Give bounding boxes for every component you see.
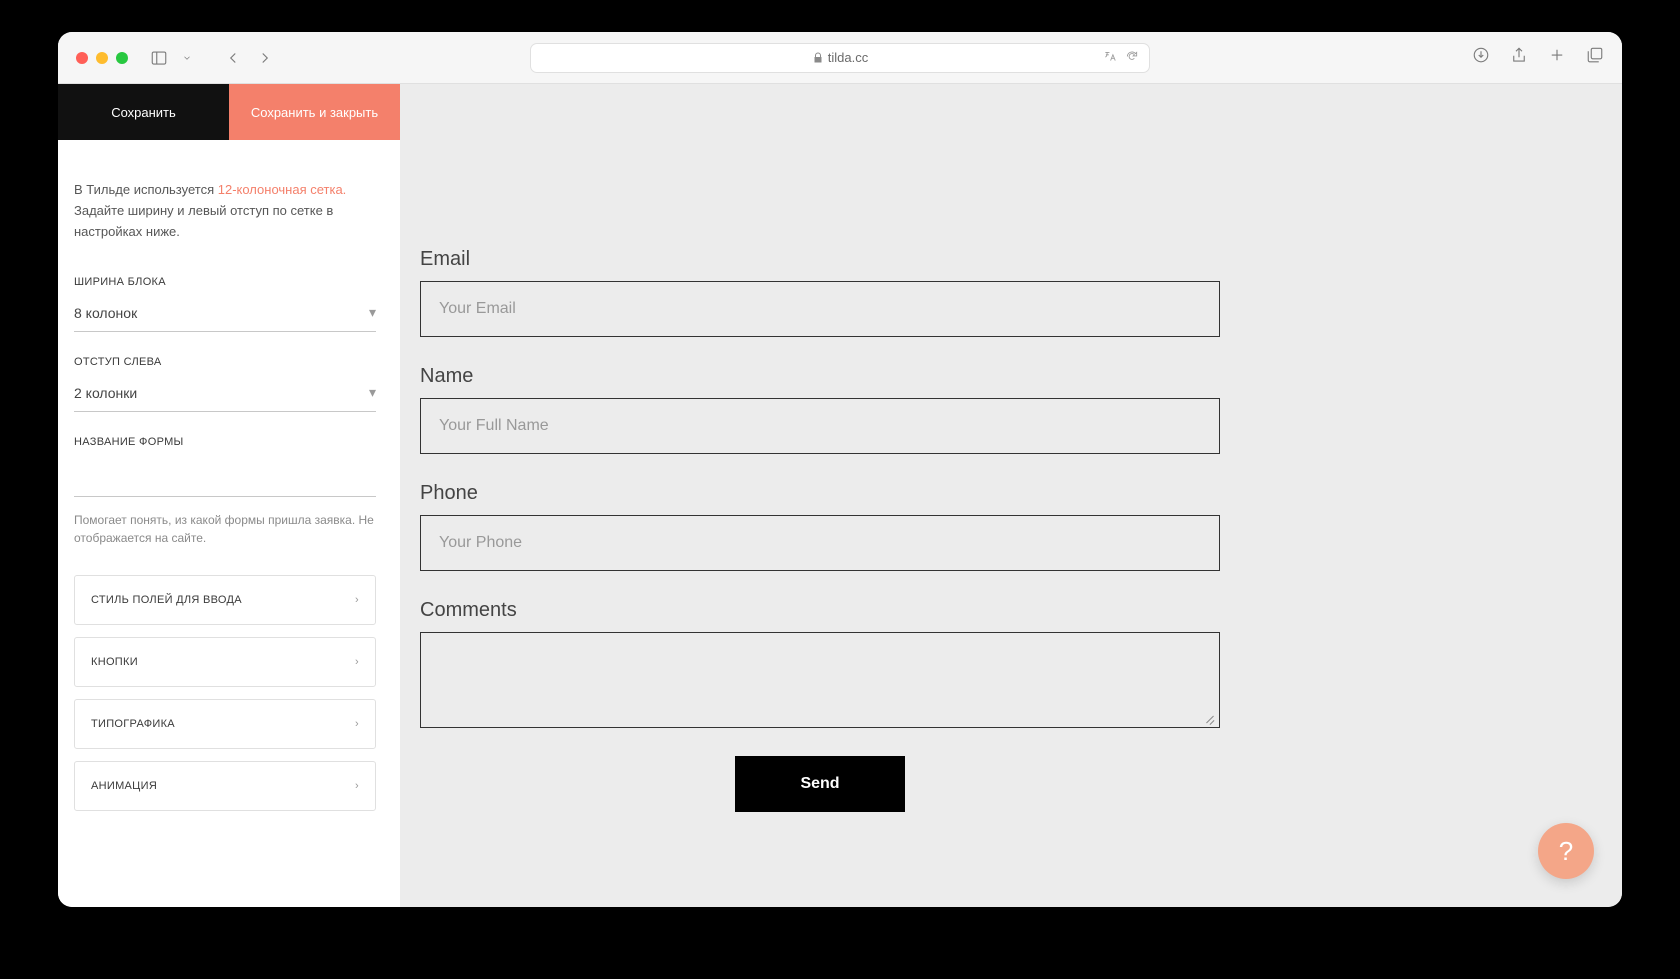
offset-left-select[interactable]: 2 колонки ▾	[74, 378, 376, 412]
chevron-right-icon: ›	[355, 780, 359, 792]
tabs-icon[interactable]	[1586, 46, 1604, 69]
help-fab[interactable]: ?	[1538, 823, 1594, 879]
field-phone-label: Phone	[420, 482, 1220, 505]
settings-sidebar: Сохранить Сохранить и закрыть В Тильде и…	[58, 84, 400, 907]
save-button[interactable]: Сохранить	[58, 84, 229, 140]
sidebar-panel: В Тильде используется 12-колоночная сетк…	[58, 140, 400, 831]
chevron-right-icon: ›	[355, 656, 359, 668]
form-name-section: НАЗВАНИЕ ФОРМЫ Помогает понять, из какой…	[74, 436, 376, 547]
field-phone-input[interactable]: Your Phone	[420, 515, 1220, 571]
address-bar-right	[1103, 49, 1139, 66]
caret-down-icon: ▾	[369, 304, 376, 321]
browser-window: tilda.cc Сохранить Сохранить и закрыть В…	[58, 32, 1622, 907]
field-name-input[interactable]: Your Full Name	[420, 398, 1220, 454]
offset-left-label: ОТСТУП СЛЕВА	[74, 356, 376, 368]
hint-text-suffix: Задайте ширину и левый отступ по сетке в…	[74, 203, 333, 239]
field-email: Email Your Email	[420, 248, 1220, 337]
accordion-animation[interactable]: АНИМАЦИЯ ›	[74, 761, 376, 811]
accordion-label: ТИПОГРАФИКА	[91, 718, 175, 730]
field-comments-textarea[interactable]	[420, 632, 1220, 728]
grid-link[interactable]: 12-колоночная сетка.	[218, 182, 347, 197]
accordion-label: АНИМАЦИЯ	[91, 780, 157, 792]
chevron-right-icon: ›	[355, 594, 359, 606]
window-controls	[76, 52, 128, 64]
block-width-select[interactable]: 8 колонок ▾	[74, 298, 376, 332]
accordion: СТИЛЬ ПОЛЕЙ ДЛЯ ВВОДА › КНОПКИ › ТИПОГРА…	[74, 575, 376, 811]
field-comments-label: Comments	[420, 599, 1220, 622]
field-phone: Phone Your Phone	[420, 482, 1220, 571]
sidebar-toggle-icon[interactable]	[150, 49, 168, 67]
reload-icon[interactable]	[1125, 49, 1139, 66]
form-name-label: НАЗВАНИЕ ФОРМЫ	[74, 436, 376, 448]
block-width-section: ШИРИНА БЛОКА 8 колонок ▾	[74, 276, 376, 332]
question-icon: ?	[1559, 836, 1573, 867]
hint-text-prefix: В Тильде используется	[74, 182, 218, 197]
block-width-label: ШИРИНА БЛОКА	[74, 276, 376, 288]
resize-handle-icon[interactable]	[1205, 713, 1215, 723]
placeholder-text: Your Full Name	[439, 417, 549, 435]
share-icon[interactable]	[1510, 46, 1528, 69]
submit-button[interactable]: Send	[735, 756, 905, 812]
placeholder-text: Your Phone	[439, 534, 522, 552]
form-preview: Email Your Email Name Your Full Name Pho…	[420, 248, 1220, 812]
sidebar-actions: Сохранить Сохранить и закрыть	[58, 84, 400, 140]
translate-icon[interactable]	[1103, 49, 1117, 66]
dropdown-chevron-icon[interactable]	[182, 49, 192, 67]
field-email-label: Email	[420, 248, 1220, 271]
field-email-input[interactable]: Your Email	[420, 281, 1220, 337]
close-window-button[interactable]	[76, 52, 88, 64]
accordion-input-style[interactable]: СТИЛЬ ПОЛЕЙ ДЛЯ ВВОДА ›	[74, 575, 376, 625]
accordion-label: СТИЛЬ ПОЛЕЙ ДЛЯ ВВОДА	[91, 594, 242, 606]
grid-hint: В Тильде используется 12-колоночная сетк…	[74, 180, 376, 252]
offset-left-value: 2 колонки	[74, 385, 137, 401]
save-close-button[interactable]: Сохранить и закрыть	[229, 84, 400, 140]
field-comments: Comments	[420, 599, 1220, 728]
accordion-label: КНОПКИ	[91, 656, 138, 668]
url-text: tilda.cc	[828, 50, 868, 65]
accordion-buttons[interactable]: КНОПКИ ›	[74, 637, 376, 687]
field-name-label: Name	[420, 365, 1220, 388]
submit-label: Send	[800, 775, 839, 793]
chevron-right-icon: ›	[355, 718, 359, 730]
forward-icon[interactable]	[256, 49, 274, 67]
app-content: Сохранить Сохранить и закрыть В Тильде и…	[58, 84, 1622, 907]
block-width-value: 8 колонок	[74, 305, 137, 321]
back-icon[interactable]	[224, 49, 242, 67]
form-name-hint: Помогает понять, из какой формы пришла з…	[74, 511, 376, 547]
browser-titlebar: tilda.cc	[58, 32, 1622, 84]
form-name-input[interactable]	[74, 458, 376, 497]
minimize-window-button[interactable]	[96, 52, 108, 64]
accordion-typography[interactable]: ТИПОГРАФИКА ›	[74, 699, 376, 749]
toolbar-left-group	[150, 49, 274, 67]
placeholder-text: Your Email	[439, 300, 516, 318]
maximize-window-button[interactable]	[116, 52, 128, 64]
new-tab-icon[interactable]	[1548, 46, 1566, 69]
address-bar[interactable]: tilda.cc	[530, 43, 1150, 73]
offset-left-section: ОТСТУП СЛЕВА 2 колонки ▾	[74, 356, 376, 412]
downloads-icon[interactable]	[1472, 46, 1490, 69]
lock-icon	[812, 52, 824, 64]
field-name: Name Your Full Name	[420, 365, 1220, 454]
caret-down-icon: ▾	[369, 384, 376, 401]
toolbar-right-group	[1472, 46, 1604, 69]
canvas: Email Your Email Name Your Full Name Pho…	[400, 84, 1622, 907]
